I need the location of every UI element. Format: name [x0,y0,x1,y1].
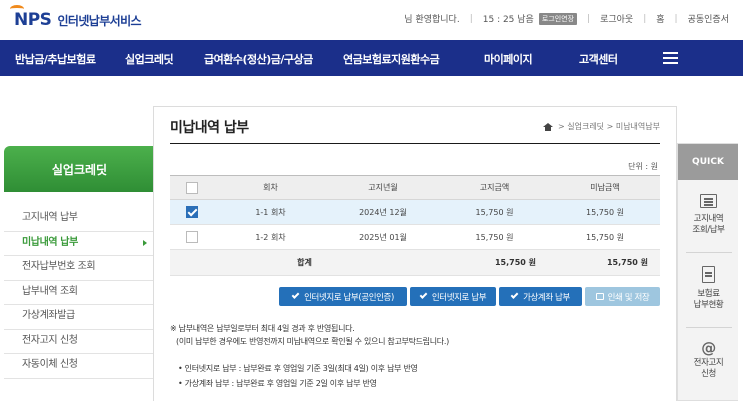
nav-item-unemployment-credit[interactable]: 실업크레딧 [125,51,174,67]
certificate-link[interactable]: 공동인증서 [688,12,729,25]
round-cell: 1-2 회차 [214,224,327,250]
unpaid-cell: 15,750 원 [550,224,660,250]
title-divider [170,143,660,144]
home-icon[interactable] [543,122,553,131]
session-timer: 15 : 25 남음 [482,15,534,25]
check-icon [510,291,519,299]
chevron-right-icon [143,239,147,246]
select-all-cell [170,175,214,200]
table-row[interactable]: 1-1 회차 2024년 12월 15,750 원 15,750 원 [170,199,660,225]
total-unpaid: 15,750 원 [550,249,660,276]
greeting-text: 님 환영합니다. [404,15,460,25]
printer-icon [595,293,604,300]
list-icon [700,194,717,208]
sidebar-item-unpaid-payment[interactable]: 미납내역 납부 [4,232,155,256]
quick-item-bill-inquiry[interactable]: 고지내역 조회/납부 [678,194,739,236]
check-icon [291,291,300,299]
nps-logo[interactable]: NPS 인터넷납부서비스 [10,5,142,31]
sidebar-item-virtual-account[interactable]: 가상계좌발급 [4,305,155,330]
unpaid-table: 회차 고지년월 고지금액 미납금액 1-1 회차 2024년 12월 15,75… [170,175,660,276]
quick-item-label: 보험료 납부현황 [693,289,724,310]
quick-item-label: 고지내역 조회/납부 [692,214,725,235]
column-header: 고지금액 [439,175,550,200]
notice-text: ※ 납부내역은 납부일로부터 최대 4일 경과 후 반영됩니다. (이미 납부한… [170,322,449,348]
check-icon [419,291,428,299]
quick-item-label: 전자고지 신청 [693,358,724,379]
breadcrumb-path: > 실업크레딧 > 미납내역납부 [558,122,660,131]
total-billed: 15,750 원 [439,249,550,276]
row-select-cell [170,199,214,225]
page-title: 미납내역 납부 [170,120,249,136]
month-cell: 2025년 01월 [327,224,439,250]
home-link[interactable]: 홈 [656,12,664,25]
select-all-checkbox[interactable] [186,181,198,194]
menu-icon[interactable] [663,52,678,64]
sidebar-item-label: 미납내역 납부 [22,236,78,248]
button-label: 인터넷지로 납부(공인인증) [304,292,394,303]
nav-item-mypage[interactable]: 마이페이지 [484,51,533,67]
print-save-button[interactable]: 인쇄 및 저장 [585,287,660,306]
round-cell: 1-1 회차 [214,199,327,225]
sidebar-item-payment-history[interactable]: 납부내역 조회 [4,281,155,305]
quick-menu-title: QUICK [678,144,738,180]
breadcrumb: > 실업크레딧 > 미납내역납부 [543,121,660,132]
nav-item-customer-center[interactable]: 고객센터 [579,51,618,67]
pay-giro-button[interactable]: 인터넷지로 납부 [410,287,496,306]
quick-item-premium-status[interactable]: 보험료 납부현황 [678,266,739,311]
notice-line: ※ 납부내역은 납부일로부터 최대 4일 경과 후 반영됩니다. [170,324,355,333]
logo-name: 인터넷납부서비스 [57,13,141,28]
button-label: 인쇄 및 저장 [607,292,650,303]
divider [686,252,732,253]
nav-item-refund[interactable]: 반납금/추납보험료 [15,51,96,67]
divider [686,327,732,328]
sidebar-item-bill-payment[interactable]: 고지내역 납부 [4,207,155,232]
sidebar-title: 실업크레딧 [4,146,155,192]
notice-line: (이미 납부한 경우에도 반영전까지 미납내역으로 확인될 수 있으니 참고부탁… [176,337,449,346]
content-panel: 미납내역 납부 > 실업크레딧 > 미납내역납부 단위 : 원 회차 고지년월 … [153,106,677,401]
row-checkbox[interactable] [186,206,198,218]
main-nav: 반납금/추납보험료 실업크레딧 급여환수(정산)금/구상금 연금보험료지원환수금… [0,40,743,76]
nav-item-pension-support[interactable]: 연금보험료지원환수금 [343,51,440,67]
pay-giro-cert-button[interactable]: 인터넷지로 납부(공인인증) [279,287,407,306]
unpaid-cell: 15,750 원 [550,199,660,225]
logout-link[interactable]: 로그아웃 [600,12,633,25]
row-select-cell [170,224,214,250]
nav-item-benefit-recovery[interactable]: 급여환수(정산)금/구상금 [204,51,313,67]
column-header: 미납금액 [550,175,660,200]
total-label: 합계 [170,249,439,276]
unit-label: 단위 : 원 [628,162,658,171]
quick-item-e-notice[interactable]: @ 전자고지 신청 [678,340,739,380]
bullet-item: • 가상계좌 납부 : 납부완료 후 영업일 기준 2일 이후 납부 반영 [178,379,377,388]
login-extend-button[interactable]: 로그인연장 [538,12,578,25]
bullet-item: • 인터넷지로 납부 : 납부완료 후 영업일 기준 3일(최대 4일) 이후 … [178,364,418,373]
table-row[interactable]: 1-2 회차 2025년 01월 15,750 원 15,750 원 [170,224,660,250]
top-header: NPS 인터넷납부서비스 님 환영합니다. | 15 : 25 남음 로그인연장… [0,0,743,40]
at-sign-icon: @ [701,339,716,357]
month-cell: 2024년 12월 [327,199,439,225]
table-header-row: 회차 고지년월 고지금액 미납금액 [170,175,660,200]
row-checkbox[interactable] [186,231,198,243]
sidebar-menu: 고지내역 납부 미납내역 납부 전자납부번호 조회 납부내역 조회 가상계좌발급… [4,207,155,379]
sidebar-item-e-notice[interactable]: 전자고지 신청 [4,330,155,354]
notice-bullets: • 인터넷지로 납부 : 납부완료 후 영업일 기준 3일(최대 4일) 이후 … [178,361,418,391]
column-header: 회차 [214,175,327,200]
column-header: 고지년월 [327,175,439,200]
button-label: 인터넷지로 납부 [431,292,487,303]
billed-cell: 15,750 원 [439,224,550,250]
sidebar-item-epay-number[interactable]: 전자납부번호 조회 [4,256,155,281]
pay-virtual-account-button[interactable]: 가상계좌 납부 [499,287,582,306]
total-row: 합계 15,750 원 15,750 원 [170,249,660,276]
sidebar-item-auto-transfer[interactable]: 자동이체 신청 [4,354,155,379]
quick-menu: QUICK 고지내역 조회/납부 보험료 납부현황 @ 전자고지 신청 [677,143,738,401]
utility-bar: 님 환영합니다. | 15 : 25 남음 로그인연장 | 로그아웃 | 홈 |… [404,12,729,25]
billed-cell: 15,750 원 [439,199,550,225]
document-icon [702,266,715,283]
button-label: 가상계좌 납부 [523,292,570,303]
logo-mark: NPS [10,5,52,30]
